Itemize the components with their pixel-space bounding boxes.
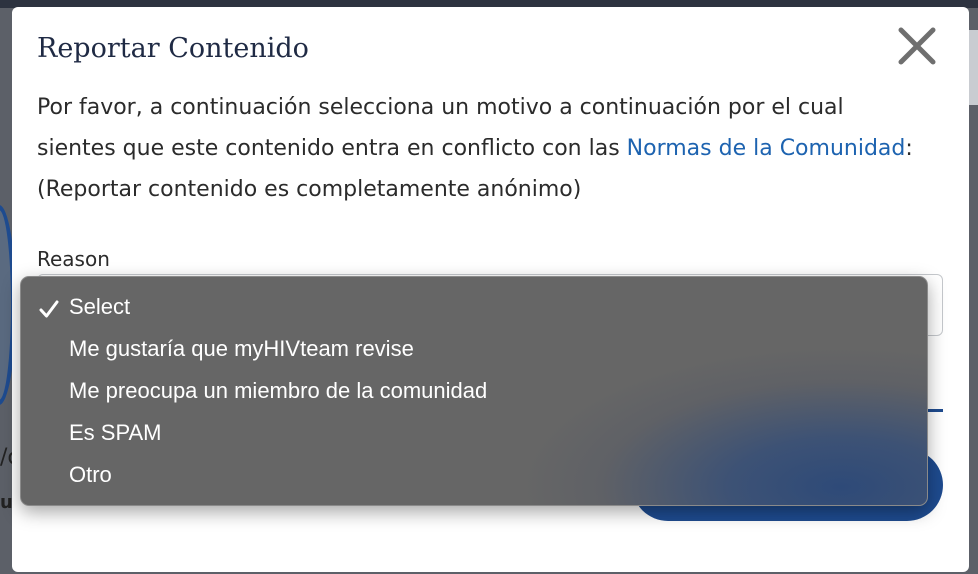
dropdown-option-spam[interactable]: Es SPAM (69, 420, 162, 446)
dropdown-option-member-concern[interactable]: Me preocupa un miembro de la comunidad (69, 378, 487, 404)
modal-title: Reportar Contenido (37, 33, 309, 64)
checkmark-icon (39, 300, 59, 318)
background-text-fragment-2: u (0, 492, 13, 513)
community-guidelines-link[interactable]: Normas de la Comunidad (627, 136, 906, 161)
reason-dropdown-menu: Select Me gustaría que myHIVteam revise … (20, 276, 928, 506)
dropdown-option-review[interactable]: Me gustaría que myHIVteam revise (69, 336, 414, 362)
reason-label: Reason (37, 247, 110, 271)
close-button[interactable] (894, 23, 940, 69)
close-icon (898, 27, 936, 65)
modal-description: Por favor, a continuación selecciona un … (37, 87, 917, 210)
dropdown-option-select[interactable]: Select (69, 294, 130, 320)
dropdown-option-other[interactable]: Otro (69, 462, 112, 488)
